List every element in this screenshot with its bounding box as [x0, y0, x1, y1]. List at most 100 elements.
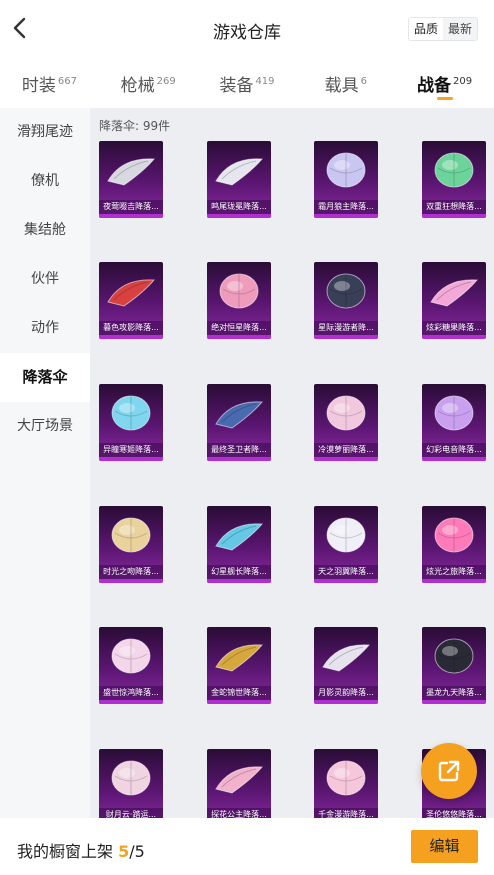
- rarity-bar: [422, 214, 486, 218]
- rarity-bar: [422, 335, 486, 339]
- sidebar: 滑翔尾迹 僚机 集结舱 伙伴 动作 降落伞 大厅场景: [0, 108, 90, 818]
- sidebar-item-lobby-scene[interactable]: 大厅场景: [0, 402, 90, 451]
- rarity-bar: [207, 700, 271, 704]
- parachute-thumbnail: [99, 384, 163, 443]
- showcase-label: 我的橱窗上架: [17, 842, 114, 861]
- active-tab-indicator: [436, 97, 453, 100]
- sort-quality-button[interactable]: 品质: [408, 18, 443, 40]
- parachute-thumbnail: [422, 141, 486, 200]
- parachute-item-name: 天之羽翼降落...: [314, 565, 378, 579]
- parachute-item[interactable]: 月影灵韵降落...: [314, 627, 378, 704]
- sort-latest-button[interactable]: 最新: [443, 18, 477, 40]
- parachute-item[interactable]: 墨龙九天降落...: [422, 627, 486, 704]
- parachute-item-name: 幻彩电音降落...: [422, 443, 486, 457]
- tab-count: 6: [360, 76, 367, 88]
- share-button[interactable]: [421, 743, 477, 799]
- sidebar-item-pod[interactable]: 集结舱: [0, 206, 90, 255]
- parachute-item-name: 墨龙九天降落...: [422, 686, 486, 700]
- tab-label: 战备: [417, 76, 452, 96]
- rarity-bar: [314, 335, 378, 339]
- parachute-item[interactable]: 鸣尾珑冕降落...: [207, 141, 271, 218]
- parachute-item-name: 盛世惊鸿降落...: [99, 686, 163, 700]
- parachute-item[interactable]: 炫彩糖果降落...: [422, 262, 486, 339]
- rarity-bar: [99, 457, 163, 461]
- parachute-item-name: 最终圣卫者降...: [207, 443, 271, 457]
- parachute-item-name: 星际漫游者降...: [314, 321, 378, 335]
- parachute-thumbnail: [207, 141, 271, 200]
- parachute-item-name: 月影灵韵降落...: [314, 686, 378, 700]
- rarity-bar: [422, 700, 486, 704]
- parachute-thumbnail: [314, 749, 378, 808]
- parachute-thumbnail: [422, 627, 486, 686]
- parachute-item-name: 暮色攻影降落...: [99, 321, 163, 335]
- showcase-total-count: /5: [129, 842, 145, 861]
- rarity-bar: [422, 457, 486, 461]
- parachute-item-name: 财月云·踏运...: [99, 808, 163, 818]
- parachute-thumbnail: [207, 506, 271, 565]
- parachute-item[interactable]: 异瞳寒姬降落...: [99, 384, 163, 461]
- parachute-item[interactable]: 双重狂想降落...: [422, 141, 486, 218]
- parachute-item[interactable]: 最终圣卫者降...: [207, 384, 271, 461]
- edit-button[interactable]: 编辑: [411, 830, 478, 863]
- parachute-item-name: 幻星舰长降落...: [207, 565, 271, 579]
- parachute-item[interactable]: 冷漠萝丽降落...: [314, 384, 378, 461]
- parachute-item[interactable]: 盛世惊鸿降落...: [99, 627, 163, 704]
- parachute-thumbnail: [99, 506, 163, 565]
- rarity-bar: [99, 579, 163, 583]
- parachute-item-name: 探花公主降落...: [207, 808, 271, 818]
- parachute-thumbnail: [422, 506, 486, 565]
- share-external-icon: [438, 760, 460, 782]
- top-bar: 游戏仓库 品质 最新: [0, 0, 494, 58]
- parachute-item-name: 异瞳寒姬降落...: [99, 443, 163, 457]
- parachute-item[interactable]: 星际漫游者降...: [314, 262, 378, 339]
- rarity-bar: [314, 700, 378, 704]
- parachute-item[interactable]: 金蛇锦世降落...: [207, 627, 271, 704]
- parachute-item-name: 夜莺啜吉降落...: [99, 200, 163, 214]
- parachute-item[interactable]: 幻星舰长降落...: [207, 506, 271, 583]
- sidebar-item-parachute[interactable]: 降落伞: [0, 353, 90, 402]
- parachute-thumbnail: [422, 262, 486, 321]
- parachute-thumbnail: [207, 749, 271, 808]
- sidebar-item-emote[interactable]: 动作: [0, 304, 90, 353]
- rarity-bar: [422, 579, 486, 583]
- parachute-item[interactable]: 幻彩电音降落...: [422, 384, 486, 461]
- tab-vehicles[interactable]: 载具 6: [296, 58, 395, 108]
- parachute-item[interactable]: 暮色攻影降落...: [99, 262, 163, 339]
- tab-battle-gear[interactable]: 战备 209: [395, 58, 494, 108]
- parachute-item[interactable]: 霜月狼主降落...: [314, 141, 378, 218]
- tab-fashion[interactable]: 时装 667: [0, 58, 99, 108]
- parachute-item-name: 圣伦悠悠降落...: [422, 808, 486, 818]
- tab-count: 269: [156, 76, 176, 88]
- rarity-bar: [99, 700, 163, 704]
- parachute-item[interactable]: 炫光之旅降落...: [422, 506, 486, 583]
- bottom-bar: 我的橱窗上架 5/5 编辑: [0, 818, 494, 875]
- rarity-bar: [314, 214, 378, 218]
- parachute-thumbnail: [99, 141, 163, 200]
- tab-weapons[interactable]: 枪械 269: [99, 58, 198, 108]
- parachute-item-name: 炫彩糖果降落...: [422, 321, 486, 335]
- sidebar-item-glide-trail[interactable]: 滑翔尾迹: [0, 108, 90, 157]
- parachute-item[interactable]: 天之羽翼降落...: [314, 506, 378, 583]
- rarity-bar: [207, 579, 271, 583]
- item-grid-panel[interactable]: 降落伞: 99件 夜莺啜吉降落... 鸣尾珑冕降落... 霜月狼主降落... 双重狂想…: [90, 108, 494, 818]
- parachute-item-name: 时光之吻降落...: [99, 565, 163, 579]
- parachute-item-name: 双重狂想降落...: [422, 200, 486, 214]
- rarity-bar: [207, 335, 271, 339]
- tab-label: 装备: [219, 76, 254, 96]
- parachute-thumbnail: [314, 384, 378, 443]
- parachute-item[interactable]: 探花公主降落...: [207, 749, 271, 818]
- parachute-item[interactable]: 财月云·踏运...: [99, 749, 163, 818]
- item-count-label: 降落伞: 99件: [99, 119, 171, 133]
- parachute-item[interactable]: 时光之吻降落...: [99, 506, 163, 583]
- parachute-item[interactable]: 绝对恒星降落...: [207, 262, 271, 339]
- sidebar-item-companion[interactable]: 伙伴: [0, 255, 90, 304]
- tab-equipment[interactable]: 装备 419: [198, 58, 297, 108]
- rarity-bar: [314, 457, 378, 461]
- parachute-thumbnail: [207, 262, 271, 321]
- sidebar-item-wingman[interactable]: 僚机: [0, 157, 90, 206]
- parachute-item[interactable]: 夜莺啜吉降落...: [99, 141, 163, 218]
- tab-label: 载具: [324, 76, 359, 96]
- parachute-thumbnail: [314, 627, 378, 686]
- parachute-thumbnail: [99, 627, 163, 686]
- parachute-item[interactable]: 千金漫游降落...: [314, 749, 378, 818]
